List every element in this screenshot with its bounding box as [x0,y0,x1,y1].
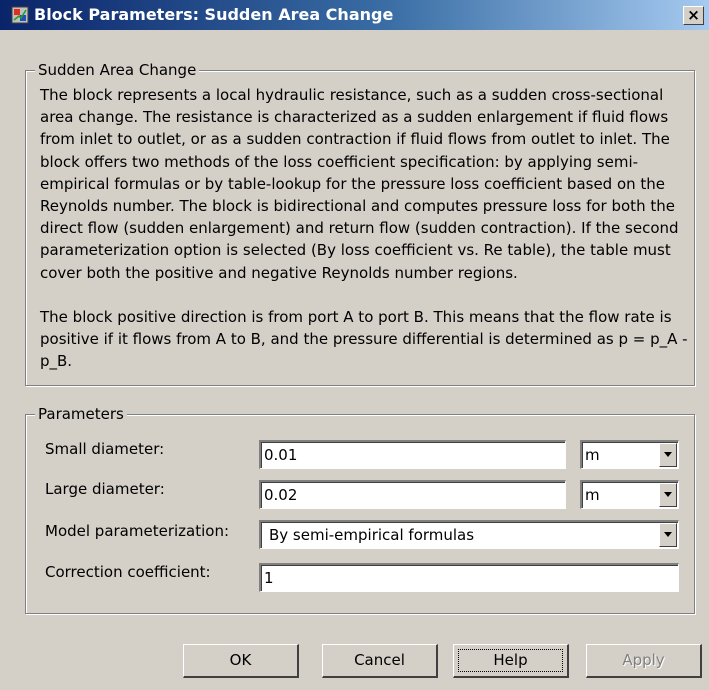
description-group-title: Sudden Area Change [35,61,200,79]
large-diameter-field[interactable]: 0.02 [259,480,566,509]
apply-button: Apply [586,644,702,678]
help-button-label: Help [493,651,528,669]
small-diameter-unit-select[interactable]: m [580,440,679,469]
description-paragraph-2: The block positive direction is from por… [40,308,688,371]
description-paragraph-1: The block represents a local hydraulic r… [40,86,679,282]
correction-coefficient-label: Correction coefficient: [45,563,211,581]
model-parameterization-select[interactable]: By semi-empirical formulas [259,520,679,549]
model-parameterization-value: By semi-empirical formulas [269,526,475,544]
window-title: Block Parameters: Sudden Area Change [34,5,394,24]
help-button[interactable]: Help [453,644,569,678]
ok-button[interactable]: OK [183,644,299,678]
close-icon[interactable]: × [683,6,704,25]
chevron-down-icon[interactable] [659,523,677,547]
small-diameter-unit-value: m [585,446,600,464]
large-diameter-label: Large diameter: [45,480,165,498]
large-diameter-unit-value: m [585,486,600,504]
small-diameter-field[interactable]: 0.01 [259,440,566,469]
small-diameter-label: Small diameter: [45,440,165,458]
large-diameter-unit-select[interactable]: m [580,480,679,509]
model-parameterization-label: Model parameterization: [45,522,230,540]
cancel-button[interactable]: Cancel [322,644,438,678]
parameters-group-title: Parameters [35,405,127,423]
correction-coefficient-field[interactable]: 1 [259,563,679,592]
chevron-down-icon[interactable] [659,443,677,467]
chevron-down-icon[interactable] [659,483,677,507]
title-bar[interactable]: Block Parameters: Sudden Area Change × [0,0,709,30]
simulink-block-icon [11,6,29,24]
